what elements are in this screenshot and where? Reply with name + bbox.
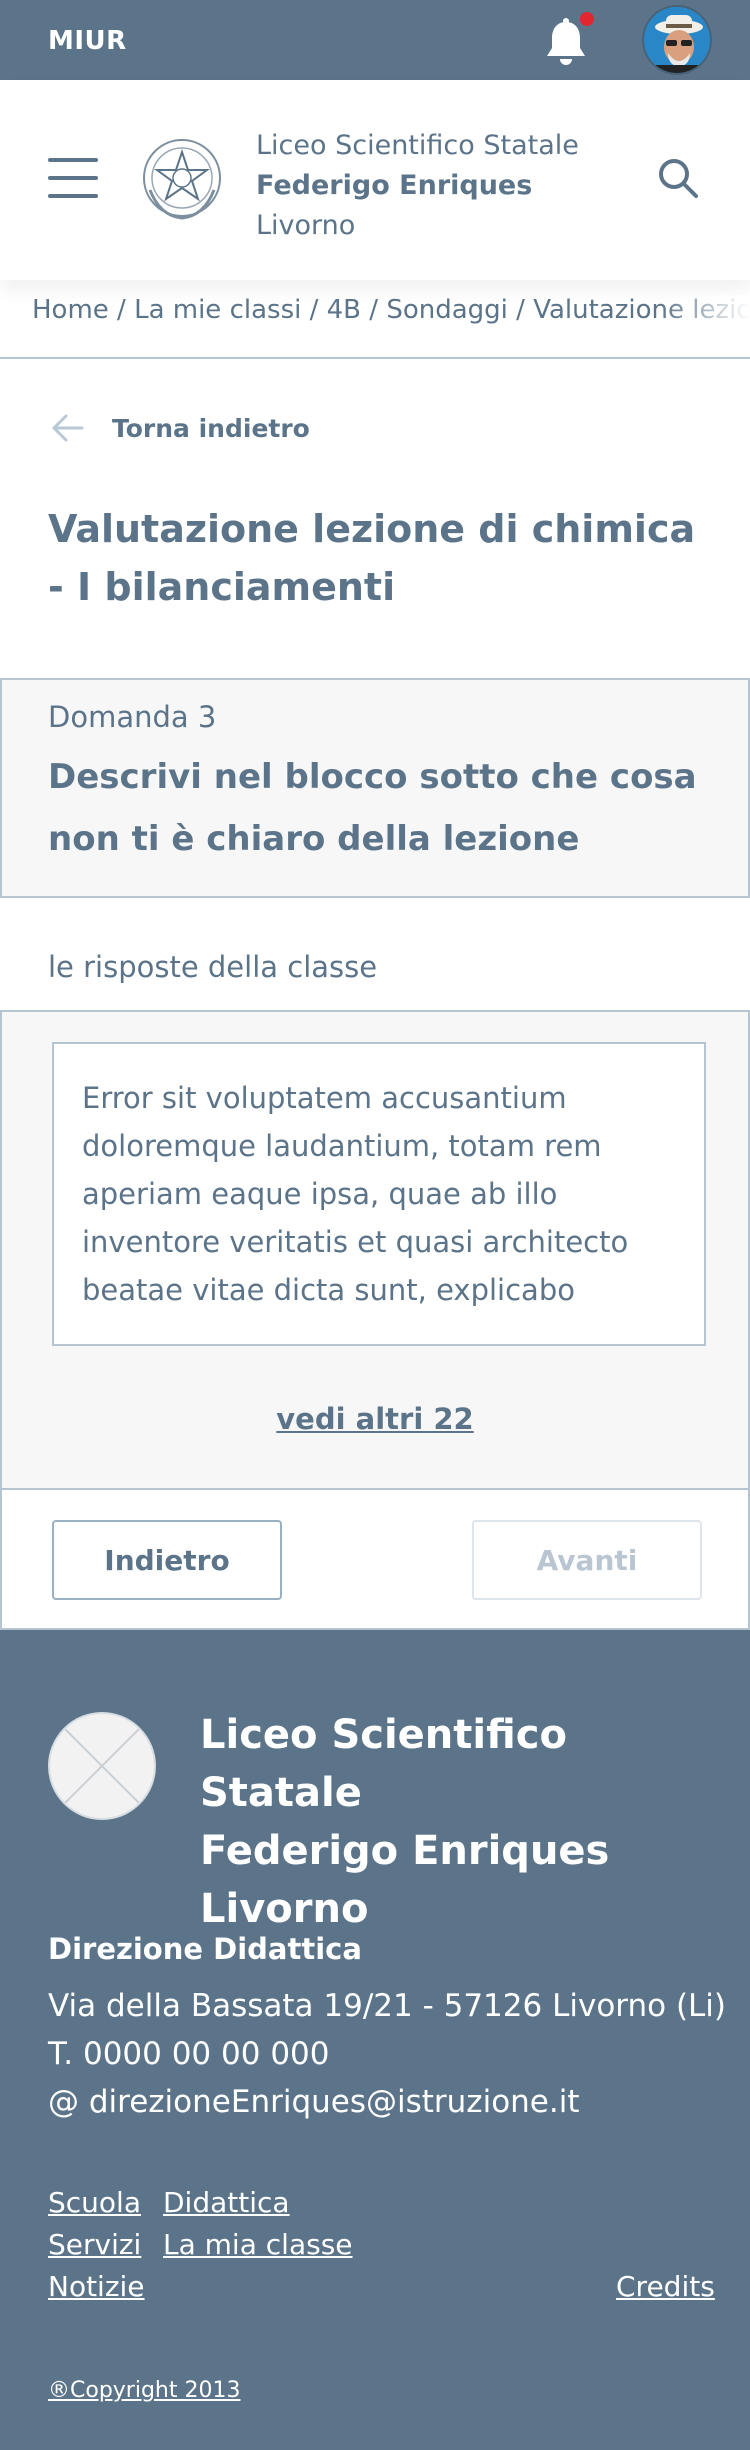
footer-email[interactable]: @ direzioneEnriques@istruzione.it — [48, 2078, 726, 2126]
arrow-left-icon — [52, 414, 84, 442]
page-title: Valutazione lezione di chimica - I bilan… — [48, 507, 696, 609]
see-more-link[interactable]: vedi altri 22 — [2, 1402, 748, 1436]
footer-copyright[interactable]: ®Copyright 2013 — [48, 2378, 240, 2403]
back-label: Torna indietro — [112, 413, 310, 443]
answer-card: Error sit voluptatem accusantium dolorem… — [52, 1042, 706, 1346]
school-name-line3: Livorno — [256, 210, 356, 241]
answers-label: le risposte della classe — [48, 950, 378, 984]
breadcrumb-separator: / — [301, 295, 327, 325]
breadcrumb-home[interactable]: Home — [32, 295, 109, 325]
footer-office-title: Direzione Didattica — [48, 1932, 362, 1966]
prev-button[interactable]: Indietro — [52, 1520, 282, 1600]
footer-school-line2: Federigo Enriques — [200, 1828, 610, 1874]
answers-panel: Error sit voluptatem accusantium dolorem… — [0, 1010, 750, 1490]
footer-school-line3: Livorno — [200, 1886, 369, 1932]
site-header: Liceo Scientifico Statale Federigo Enriq… — [0, 80, 750, 280]
footer-link-servizi[interactable]: Servizi — [48, 2228, 141, 2261]
footer-link-notizie[interactable]: Notizie — [48, 2270, 145, 2303]
footer-link-la-mia-classe[interactable]: La mia classe — [163, 2228, 353, 2261]
breadcrumb: Home / La mie classi / 4B / Sondaggi / V… — [0, 295, 750, 360]
footer-school-name: Liceo Scientifico Statale Federigo Enriq… — [200, 1706, 720, 1938]
user-avatar[interactable] — [642, 5, 712, 75]
footer-address: Via della Bassata 19/21 - 57126 Livorno … — [48, 1988, 727, 2024]
footer-contacts: Via della Bassata 19/21 - 57126 Livorno … — [48, 1982, 726, 2126]
hamburger-icon[interactable] — [48, 158, 98, 198]
question-navigation: Indietro Avanti — [0, 1490, 750, 1630]
next-button[interactable]: Avanti — [472, 1520, 702, 1600]
breadcrumb-divider — [0, 357, 750, 359]
footer-link-scuola[interactable]: Scuola — [48, 2186, 141, 2219]
question-text: Descrivi nel blocco sotto che cosa non t… — [48, 757, 697, 859]
question-box: Domanda 3 Descrivi nel blocco sotto che … — [0, 678, 750, 898]
republic-emblem-icon — [143, 139, 221, 220]
school-name-line2: Federigo Enriques — [256, 170, 533, 201]
breadcrumb-separator: / — [507, 295, 534, 325]
breadcrumb-fade — [660, 295, 750, 355]
footer-link-credits[interactable]: Credits — [616, 2270, 715, 2303]
site-footer: Liceo Scientifico Statale Federigo Enriq… — [0, 1630, 750, 2450]
school-name[interactable]: Liceo Scientifico Statale Federigo Enriq… — [256, 126, 579, 246]
breadcrumb-separator: / — [361, 295, 387, 325]
footer-link-didattica[interactable]: Didattica — [163, 2186, 290, 2219]
breadcrumb-my-classes[interactable]: La mie classi — [134, 295, 301, 325]
search-icon[interactable] — [656, 156, 700, 200]
back-link[interactable]: Torna indietro — [48, 408, 310, 448]
miur-brand[interactable]: MIUR — [48, 26, 127, 56]
breadcrumb-surveys[interactable]: Sondaggi — [386, 295, 508, 325]
notification-dot — [578, 10, 596, 28]
footer-phone: T. 0000 00 00 000 — [48, 2036, 330, 2072]
school-name-line1: Liceo Scientifico Statale — [256, 130, 579, 161]
breadcrumb-separator: / — [108, 295, 135, 325]
top-bar: MIUR — [0, 0, 750, 80]
footer-logo-placeholder-icon — [48, 1712, 156, 1820]
footer-school-line1: Liceo Scientifico Statale — [200, 1712, 567, 1816]
breadcrumb-class[interactable]: 4B — [327, 295, 361, 325]
question-number: Domanda 3 — [48, 700, 217, 734]
